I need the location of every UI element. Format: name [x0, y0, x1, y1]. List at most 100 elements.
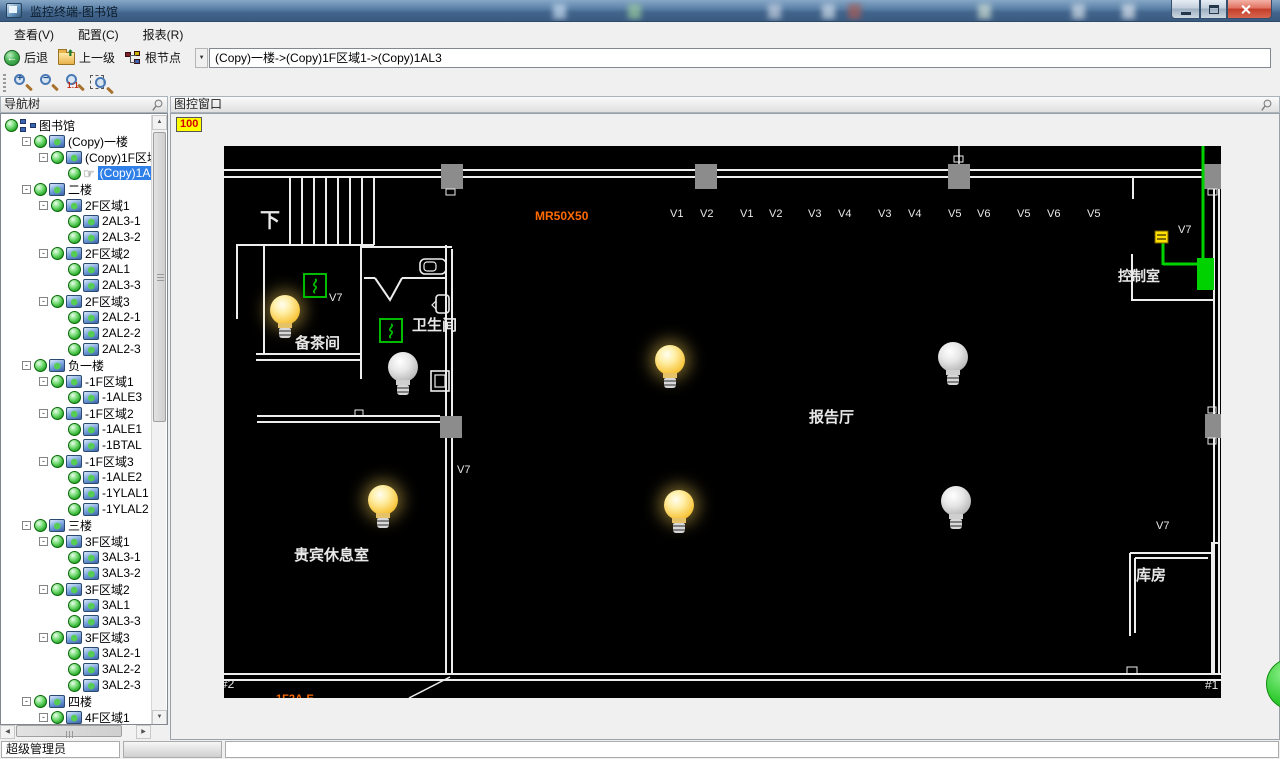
tree-node-2F区域3[interactable]: - 2F区域3	[1, 293, 152, 309]
expander-icon[interactable]: -	[39, 536, 48, 546]
tree-node-3AL3-2[interactable]: 3AL3-2	[1, 565, 152, 581]
tree-node-label: -1F区域3	[85, 454, 134, 469]
tree-node-(Copy)一楼[interactable]: - (Copy)一楼	[1, 133, 152, 149]
up-level-button[interactable]: 上一级	[54, 47, 121, 68]
light-bulb-on[interactable]	[653, 345, 687, 397]
scroll-left-arrow[interactable]: ◀	[0, 725, 15, 739]
root-node-button[interactable]: 根节点	[121, 47, 187, 68]
tree-node-label: 2F区域3	[85, 294, 130, 309]
title-bar[interactable]: 监控终端-图书馆	[0, 0, 1280, 22]
map-label-#2: #2	[224, 677, 235, 691]
tree-node-3AL3-3[interactable]: 3AL3-3	[1, 613, 152, 629]
tree-node--1ALE1[interactable]: -1ALE1	[1, 421, 152, 437]
zoom-in-button[interactable]: +	[11, 72, 35, 94]
tree-node--1ALE2[interactable]: -1ALE2	[1, 469, 152, 485]
light-bulb-off[interactable]	[936, 342, 970, 394]
expander-icon[interactable]: -	[22, 184, 31, 194]
expander-icon[interactable]: -	[22, 136, 31, 146]
menu-item-1[interactable]: 配置(C)	[68, 24, 129, 45]
zoom-out-button[interactable]: −	[37, 72, 61, 94]
expander-icon[interactable]: -	[39, 152, 48, 162]
expander-icon[interactable]: -	[39, 584, 48, 594]
tree-vertical-scrollbar[interactable]: ▲ ▼	[151, 115, 167, 724]
light-bulb-on[interactable]	[662, 490, 696, 542]
tree-node-(Copy)1F区域1[interactable]: - (Copy)1F区域1	[1, 149, 152, 165]
tree-node-负一楼[interactable]: - 负一楼	[1, 357, 152, 373]
scroll-up-arrow[interactable]: ▲	[152, 115, 167, 130]
tree-node-2AL3-3[interactable]: 2AL3-3	[1, 277, 152, 293]
expander-icon[interactable]: -	[39, 456, 48, 466]
green-status-sphere-icon	[68, 614, 81, 628]
menu-item-2[interactable]: 报表(R)	[133, 24, 194, 45]
tree-node-4F区域1[interactable]: - 4F区域1	[1, 709, 152, 724]
tree-node-2AL2-3[interactable]: 2AL2-3	[1, 341, 152, 357]
green-status-sphere-icon	[34, 694, 47, 708]
tree-node-2AL1[interactable]: 2AL1	[1, 261, 152, 277]
expander-icon[interactable]: -	[39, 200, 48, 210]
tree-node-3AL2-3[interactable]: 3AL2-3	[1, 677, 152, 693]
scroll-down-arrow[interactable]: ▼	[152, 710, 167, 724]
tree-node--1F区域2[interactable]: - -1F区域2	[1, 405, 152, 421]
tree-node-四楼[interactable]: - 四楼	[1, 693, 152, 709]
tree-node-3AL2-2[interactable]: 3AL2-2	[1, 661, 152, 677]
scroll-right-arrow[interactable]: ▶	[136, 725, 151, 739]
light-bulb-off[interactable]	[386, 352, 420, 404]
tree-node--1YLAL1[interactable]: -1YLAL1	[1, 485, 152, 501]
sensor-icon[interactable]	[379, 318, 403, 343]
scrollbar-thumb[interactable]	[16, 725, 122, 738]
tree-node-2AL3-1[interactable]: 2AL3-1	[1, 213, 152, 229]
tree-node-2F区域2[interactable]: - 2F区域2	[1, 245, 152, 261]
sensor-icon[interactable]	[303, 273, 327, 298]
tree-node-二楼[interactable]: - 二楼	[1, 181, 152, 197]
expander-icon[interactable]: -	[39, 408, 48, 418]
expander-icon[interactable]: -	[39, 296, 48, 306]
tree-node-(Copy)1AL3[interactable]: ☞(Copy)1AL3	[1, 165, 152, 181]
zoom-actual-button[interactable]: 1:1	[63, 72, 87, 94]
tree-node--1YLAL2[interactable]: -1YLAL2	[1, 501, 152, 517]
root-node-label: 根节点	[145, 51, 182, 65]
address-bar[interactable]: (Copy)一楼->(Copy)1F区域1->(Copy)1AL3	[209, 47, 1272, 68]
pin-icon[interactable]	[151, 99, 164, 112]
close-button[interactable]	[1227, 0, 1272, 19]
light-bulb-on[interactable]	[366, 485, 400, 537]
expander-icon[interactable]: -	[39, 248, 48, 258]
expander-icon[interactable]: -	[22, 696, 31, 706]
tree-node-3F区域1[interactable]: - 3F区域1	[1, 533, 152, 549]
expander-icon[interactable]: -	[39, 632, 48, 642]
minimize-button[interactable]	[1171, 0, 1200, 19]
tree-node-2AL2-1[interactable]: 2AL2-1	[1, 309, 152, 325]
floor-plan-canvas[interactable]: 下 MR50X50 V1 V2 V1 V2 V3 V4 V3 V4 V5 V6 V5 V6 V5 V7 控制室 V…	[224, 146, 1221, 698]
toolbar-grip[interactable]	[3, 74, 6, 92]
expander-icon[interactable]: -	[22, 360, 31, 370]
address-dropdown-button[interactable]: ▼	[195, 47, 209, 68]
tree-node-3AL2-1[interactable]: 3AL2-1	[1, 645, 152, 661]
menu-item-0[interactable]: 查看(V)	[4, 24, 64, 45]
expander-icon[interactable]: -	[39, 712, 48, 722]
map-label-1F2A-E: 1F2A-E	[276, 693, 314, 698]
map-node-icon	[66, 374, 82, 388]
tree-node--1F区域1[interactable]: - -1F区域1	[1, 373, 152, 389]
tree-node--1F区域3[interactable]: - -1F区域3	[1, 453, 152, 469]
light-bulb-off[interactable]	[939, 486, 973, 538]
tree-node-3F区域2[interactable]: - 3F区域2	[1, 581, 152, 597]
map-node-icon	[83, 278, 99, 292]
tree-node-2AL3-2[interactable]: 2AL3-2	[1, 229, 152, 245]
back-button[interactable]: ← 后退	[0, 47, 54, 68]
scrollbar-thumb[interactable]	[153, 132, 166, 422]
tree-node-图书馆[interactable]: 图书馆	[1, 117, 152, 133]
expander-icon[interactable]: -	[39, 376, 48, 386]
tree-horizontal-scrollbar[interactable]: ◀ ▶	[0, 725, 151, 739]
expander-icon[interactable]: -	[22, 520, 31, 530]
light-bulb-on[interactable]	[268, 295, 302, 347]
tree-node-2F区域1[interactable]: - 2F区域1	[1, 197, 152, 213]
pin-icon[interactable]	[1260, 99, 1273, 112]
tree-node-3AL3-1[interactable]: 3AL3-1	[1, 549, 152, 565]
tree-node--1ALE3[interactable]: -1ALE3	[1, 389, 152, 405]
tree-node--1BTAL[interactable]: -1BTAL	[1, 437, 152, 453]
tree-node-2AL2-2[interactable]: 2AL2-2	[1, 325, 152, 341]
tree-node-三楼[interactable]: - 三楼	[1, 517, 152, 533]
maximize-button[interactable]	[1200, 0, 1227, 19]
zoom-region-button[interactable]	[89, 72, 113, 94]
tree-node-3AL1[interactable]: 3AL1	[1, 597, 152, 613]
tree-node-3F区域3[interactable]: - 3F区域3	[1, 629, 152, 645]
